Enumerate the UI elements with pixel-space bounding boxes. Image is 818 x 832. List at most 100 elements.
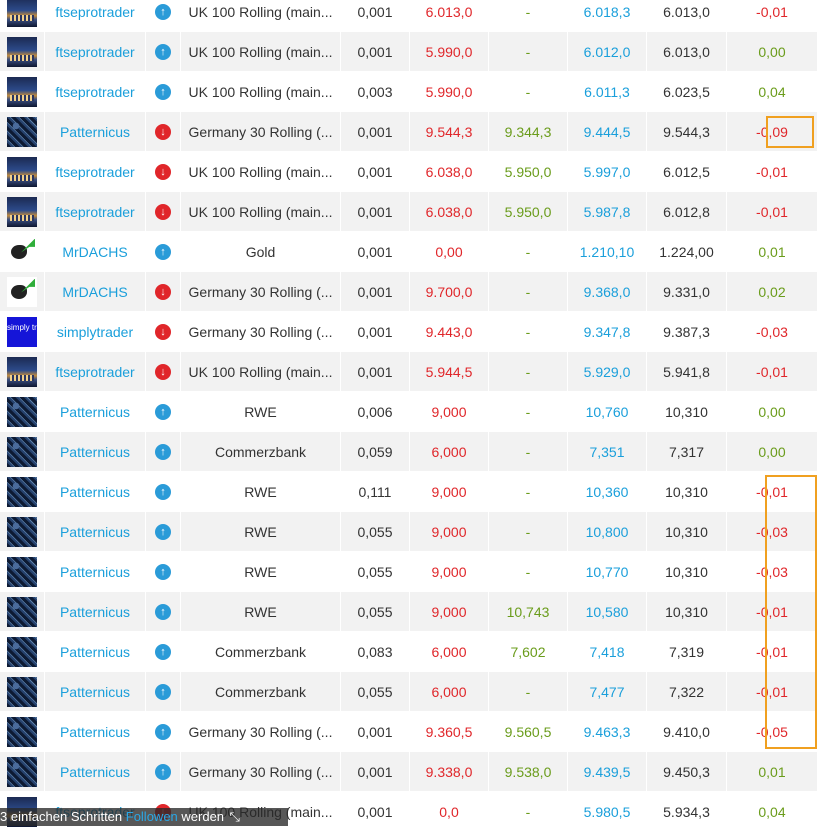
- avatar[interactable]: [7, 556, 37, 587]
- user-link[interactable]: Patternicus: [44, 631, 146, 672]
- trade-row[interactable]: Patternicus ↑ Germany 30 Rolling (... 0,001…: [0, 751, 818, 792]
- close-icon[interactable]: ⤡: [228, 808, 242, 826]
- profit-loss-cell: -0,03: [726, 311, 818, 352]
- user-link[interactable]: Patternicus: [44, 391, 146, 432]
- volume-cell: 0,055: [340, 511, 410, 552]
- trade-row[interactable]: Patternicus ↑ Germany 30 Rolling (... 0,001…: [0, 711, 818, 752]
- avatar[interactable]: [7, 156, 37, 187]
- trade-row[interactable]: ftseprotrader ↓ UK 100 Rolling (main...0,0…: [0, 151, 818, 192]
- stop-loss-cell: -: [488, 551, 568, 592]
- user-link[interactable]: Patternicus: [44, 751, 146, 792]
- arrow-up-icon: ↑: [155, 84, 171, 101]
- avatar[interactable]: [7, 196, 37, 227]
- trade-row[interactable]: ftseprotrader ↓ UK 100 Rolling (main...0,0…: [0, 351, 818, 392]
- avatar-cell: [0, 111, 45, 152]
- stop-loss-cell: -: [488, 431, 568, 472]
- user-link[interactable]: Patternicus: [44, 711, 146, 752]
- instrument-cell: UK 100 Rolling (main...: [180, 151, 341, 192]
- current-price-cell: 6.013,0: [646, 0, 727, 32]
- avatar[interactable]: [7, 36, 37, 67]
- direction-cell: ↓: [145, 351, 181, 392]
- user-link[interactable]: ftseprotrader: [44, 31, 146, 72]
- avatar[interactable]: [7, 236, 37, 267]
- trade-row[interactable]: Patternicus ↑ RWE 0,111 9,000-10,360 10,310 -0…: [0, 471, 818, 512]
- trade-row[interactable]: ftseprotrader ↑ UK 100 Rolling (main... 0,0…: [0, 31, 818, 72]
- arrow-up-icon: ↑: [155, 44, 171, 61]
- avatar[interactable]: [7, 636, 37, 667]
- user-link[interactable]: Patternicus: [44, 471, 146, 512]
- avatar[interactable]: [7, 396, 37, 427]
- arrow-up-icon: ↑: [155, 484, 171, 501]
- direction-cell: ↑: [145, 71, 181, 112]
- arrow-up-icon: ↑: [155, 244, 171, 261]
- avatar[interactable]: [7, 676, 37, 707]
- open-price-cell: 9,000: [409, 511, 489, 552]
- instrument-cell: Germany 30 Rolling (...: [180, 271, 341, 312]
- user-link[interactable]: ftseprotrader: [44, 0, 146, 32]
- instrument-cell: UK 100 Rolling (main...: [180, 191, 341, 232]
- avatar-cell: [0, 471, 45, 512]
- volume-cell: 0,111: [340, 471, 410, 512]
- avatar[interactable]: [7, 276, 37, 307]
- user-link[interactable]: MrDACHS: [44, 231, 146, 272]
- trade-row[interactable]: ftseprotrader ↑ UK 100 Rolling (main... 0,0…: [0, 71, 818, 112]
- banner-follow-link[interactable]: Followen: [126, 809, 178, 824]
- user-link[interactable]: Patternicus: [44, 671, 146, 712]
- trade-row[interactable]: Patternicus ↑ RWE 0,055 9,000-10,770 10,310 -0…: [0, 551, 818, 592]
- trade-row[interactable]: Patternicus ↑ RWE 0,055 9,000-10,800 10,310 -0…: [0, 511, 818, 552]
- avatar[interactable]: [7, 116, 37, 147]
- open-price-cell: 9.544,3: [409, 111, 489, 152]
- trade-row[interactable]: ftseprotrader ↓ UK 100 Rolling (main...0,0…: [0, 191, 818, 232]
- trade-row[interactable]: ftseprotrader ↑ UK 100 Rolling (main... 0,0…: [0, 0, 818, 32]
- avatar[interactable]: [7, 76, 37, 107]
- user-link[interactable]: ftseprotrader: [44, 191, 146, 232]
- avatar-cell: [0, 71, 45, 112]
- user-link[interactable]: Patternicus: [44, 511, 146, 552]
- avatar[interactable]: [7, 596, 37, 627]
- user-link[interactable]: ftseprotrader: [44, 151, 146, 192]
- instrument-cell: RWE: [180, 591, 341, 632]
- arrow-down-icon: ↓: [155, 284, 171, 301]
- avatar[interactable]: [7, 436, 37, 467]
- arrow-down-icon: ↓: [155, 364, 171, 381]
- trade-row[interactable]: simply tradesimplytrader ↓ Germany 30 Roll…: [0, 311, 818, 352]
- avatar[interactable]: [7, 476, 37, 507]
- user-link[interactable]: ftseprotrader: [44, 71, 146, 112]
- avatar[interactable]: [7, 716, 37, 747]
- trade-row[interactable]: Patternicus ↑ RWE 0,006 9,000-10,760 10,310 0,…: [0, 391, 818, 432]
- follow-banner[interactable]: 3 einfachen Schritten Followen werden ⤡: [0, 808, 288, 826]
- profit-loss-cell: -0,01: [726, 591, 818, 632]
- avatar[interactable]: [7, 0, 37, 27]
- open-price-cell: 6.038,0: [409, 191, 489, 232]
- avatar[interactable]: [7, 356, 37, 387]
- current-price-cell: 9.544,3: [646, 111, 727, 152]
- current-price-cell: 9.331,0: [646, 271, 727, 312]
- open-price-cell: 5.944,5: [409, 351, 489, 392]
- avatar[interactable]: simply trade: [7, 316, 37, 347]
- open-price-cell: 9,000: [409, 551, 489, 592]
- profit-loss-cell: 0,00: [726, 391, 818, 432]
- trade-row[interactable]: MrDACHS ↓ Germany 30 Rolling (... 0,001 9.70…: [0, 271, 818, 312]
- avatar[interactable]: [7, 756, 37, 787]
- arrow-up-icon: ↑: [155, 444, 171, 461]
- user-link[interactable]: Patternicus: [44, 111, 146, 152]
- user-link[interactable]: MrDACHS: [44, 271, 146, 312]
- user-link[interactable]: simplytrader: [44, 311, 146, 352]
- direction-cell: ↓: [145, 111, 181, 152]
- trade-row[interactable]: MrDACHS ↑ Gold 0,001 0,00-1.210,10 1.224,00 0,…: [0, 231, 818, 272]
- trade-row[interactable]: Patternicus ↑ Commerzbank 0,083 6,000 7,602 7,…: [0, 631, 818, 672]
- current-price-cell: 1.224,00: [646, 231, 727, 272]
- current-price-cell: 7,322: [646, 671, 727, 712]
- direction-cell: ↓: [145, 191, 181, 232]
- user-link[interactable]: Patternicus: [44, 551, 146, 592]
- trade-row[interactable]: Patternicus ↓ Germany 30 Rolling (... 0,001…: [0, 111, 818, 152]
- trade-row[interactable]: Patternicus ↑ Commerzbank 0,055 6,000-7,477 7…: [0, 671, 818, 712]
- trade-row[interactable]: Patternicus ↑ Commerzbank 0,059 6,000-7,351 7…: [0, 431, 818, 472]
- trade-row[interactable]: Patternicus ↑ RWE 0,055 9,000 10,743 10,580 10,…: [0, 591, 818, 632]
- avatar[interactable]: [7, 516, 37, 547]
- take-profit-cell: 6.012,0: [567, 31, 647, 72]
- user-link[interactable]: Patternicus: [44, 591, 146, 632]
- stop-loss-cell: -: [488, 71, 568, 112]
- user-link[interactable]: ftseprotrader: [44, 351, 146, 392]
- user-link[interactable]: Patternicus: [44, 431, 146, 472]
